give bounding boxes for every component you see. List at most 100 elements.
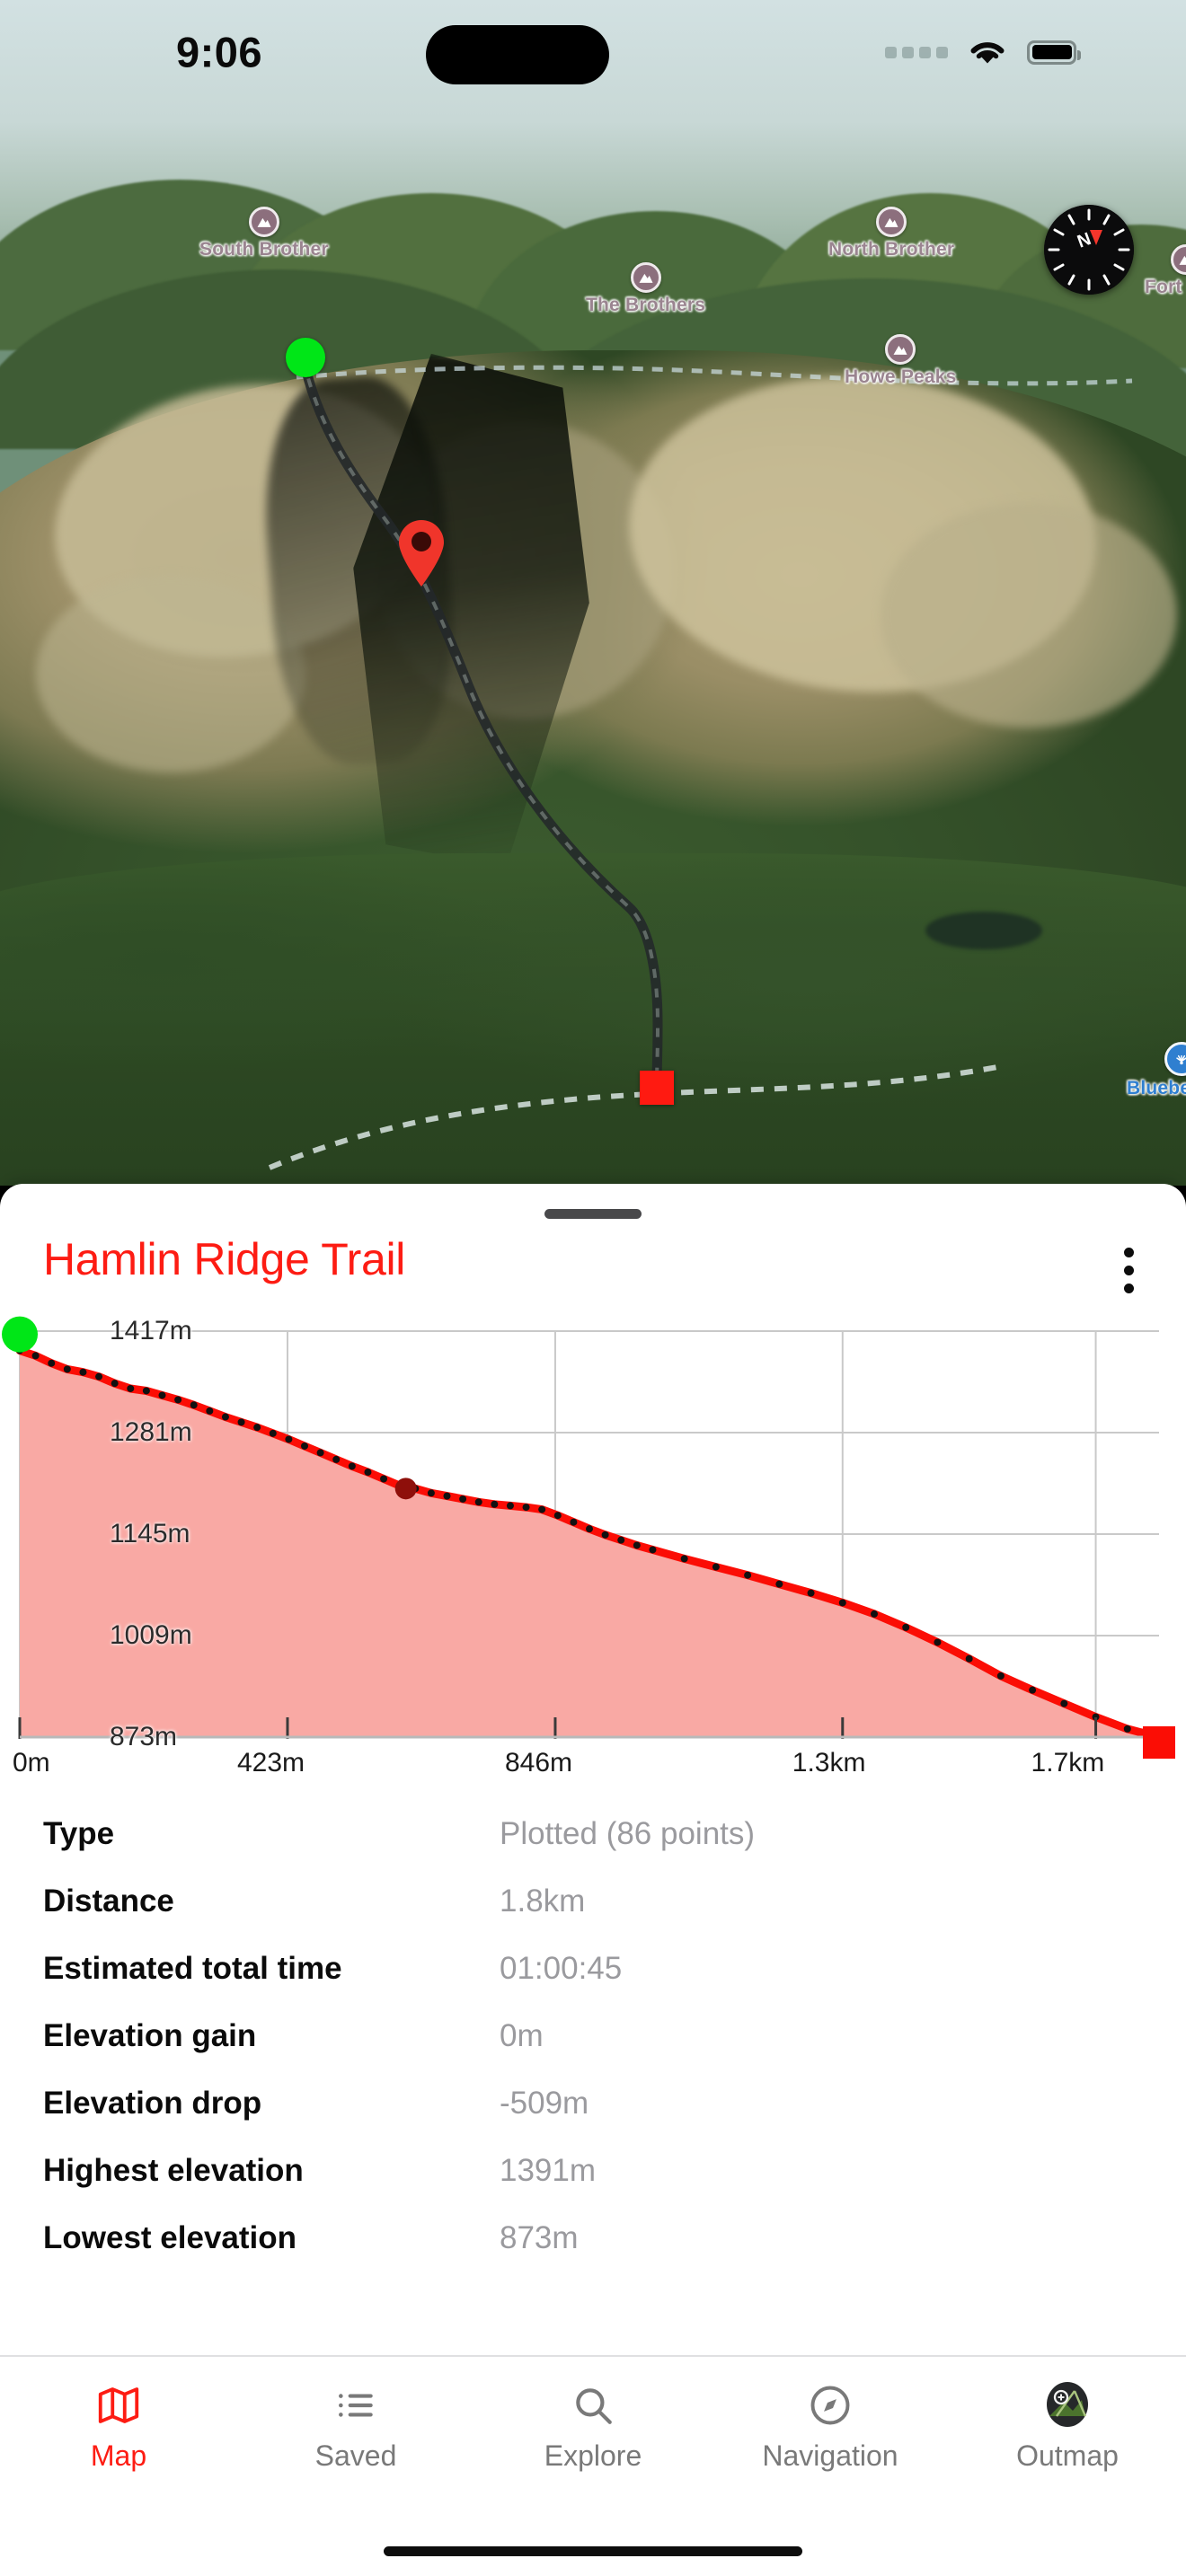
map-poi-south-brother[interactable]: South Brother: [199, 207, 329, 260]
chart-data-point: [807, 1589, 815, 1597]
chart-x-tick-label: 1.3km: [792, 1748, 866, 1778]
dynamic-island: [426, 25, 609, 84]
chart-data-point: [237, 1418, 245, 1426]
chart-data-point: [712, 1563, 720, 1571]
chart-x-tick-label: 846m: [504, 1748, 572, 1778]
compass-icon[interactable]: N: [1044, 205, 1134, 295]
elevation-chart-svg[interactable]: [0, 1311, 1186, 1796]
chart-data-point: [63, 1365, 71, 1373]
chart-data-point: [1060, 1699, 1068, 1707]
map-view[interactable]: South Brother North Brother The Brothers…: [0, 0, 1186, 1186]
chart-y-tick-label: 1009m: [110, 1620, 192, 1650]
search-icon: [571, 2380, 615, 2430]
tab-label: Outmap: [1016, 2439, 1119, 2472]
mountain-peak-icon: [1170, 244, 1186, 275]
chart-data-point: [142, 1387, 150, 1395]
route-end-marker[interactable]: [640, 1071, 674, 1105]
map-poi-label: Howe Peaks: [845, 366, 957, 387]
detail-row-key: Lowest elevation: [43, 2220, 297, 2255]
map-poi-the-brothers[interactable]: The Brothers: [586, 262, 705, 316]
chart-start-marker: [2, 1316, 38, 1353]
tab-outmap[interactable]: Outmap: [949, 2357, 1186, 2473]
chart-data-point: [775, 1580, 783, 1588]
map-poi-fort-mountain[interactable]: Fort Mou: [1145, 244, 1186, 298]
chart-data-point: [871, 1610, 878, 1618]
tab-label: Navigation: [762, 2439, 898, 2472]
chart-data-point: [332, 1455, 341, 1463]
chart-data-point: [838, 1599, 846, 1607]
chart-data-point: [538, 1505, 546, 1513]
chart-data-point: [902, 1623, 910, 1631]
compass-icon: [807, 2380, 854, 2430]
sheet-header: Hamlin Ridge Trail: [0, 1219, 1186, 1299]
tab-navigation[interactable]: Navigation: [712, 2357, 949, 2473]
chart-data-point: [285, 1435, 293, 1443]
detail-row-value: 0m: [500, 2018, 544, 2053]
detail-row: Elevation drop -509m: [0, 2086, 1186, 2153]
tab-label: Saved: [314, 2439, 397, 2472]
chart-x-tick-label: 423m: [236, 1748, 305, 1778]
battery-icon: [1027, 40, 1081, 65]
chart-data-point: [95, 1372, 103, 1381]
chart-data-point: [174, 1396, 182, 1404]
wifi-icon: [970, 42, 1005, 64]
chart-data-point: [443, 1492, 451, 1500]
chart-data-point: [586, 1525, 593, 1533]
chart-data-point: [633, 1541, 641, 1549]
tab-label: Map: [90, 2439, 147, 2472]
map-poi-label: North Brother: [828, 239, 955, 260]
elevation-chart[interactable]: 1417m 1281m 1145m 1009m 873m 0m 423m 846m 1.3km…: [0, 1311, 1186, 1796]
chart-data-point: [48, 1359, 56, 1367]
chart-data-point: [570, 1518, 578, 1526]
chart-data-point: [996, 1672, 1005, 1680]
status-bar-icons: [885, 36, 1081, 68]
trail-details-table: Type Plotted (86 points) Distance 1.8km Esti…: [0, 1796, 1186, 2288]
map-poi-blueberry[interactable]: Blueberry K: [1127, 1042, 1186, 1099]
route-start-marker[interactable]: [286, 338, 325, 377]
chart-data-point: [649, 1546, 657, 1554]
chart-x-tick-label: 1.7km: [1031, 1748, 1105, 1778]
tab-map[interactable]: Map: [0, 2357, 237, 2473]
chart-data-point: [934, 1638, 942, 1646]
detail-row-value: 01:00:45: [500, 1951, 623, 1986]
chart-data-point: [617, 1536, 625, 1544]
signal-dots-icon: [885, 46, 948, 58]
chart-data-point: [111, 1380, 119, 1388]
chart-data-point: [744, 1571, 752, 1579]
tab-explore[interactable]: Explore: [474, 2357, 712, 2473]
chart-y-tick-label: 1281m: [110, 1417, 192, 1447]
page-title: Hamlin Ridge Trail: [43, 1234, 406, 1284]
detail-row: Distance 1.8km: [0, 1883, 1186, 1951]
detail-row-value: 873m: [500, 2220, 579, 2255]
chart-data-point: [206, 1407, 214, 1415]
chart-data-point: [158, 1391, 166, 1399]
chart-data-point: [253, 1424, 261, 1432]
tab-saved[interactable]: Saved: [237, 2357, 474, 2473]
home-indicator: [384, 2546, 802, 2556]
chart-data-point: [364, 1469, 372, 1477]
chart-data-point: [459, 1495, 467, 1503]
route-polyline[interactable]: [0, 0, 1186, 1186]
sheet-drag-handle[interactable]: [544, 1209, 642, 1219]
chart-data-point: [31, 1352, 40, 1360]
map-poi-label: Fort Mou: [1145, 277, 1186, 297]
chart-data-point: [1123, 1725, 1131, 1733]
detail-row: Highest elevation 1391m: [0, 2153, 1186, 2220]
detail-row-key: Distance: [43, 1883, 174, 1919]
map-poi-north-brother[interactable]: North Brother: [828, 207, 954, 260]
chart-annotation-point: [394, 1478, 417, 1500]
status-bar-time: 9:06: [176, 28, 263, 76]
detail-row-key: Elevation drop: [43, 2086, 262, 2121]
chart-end-marker: [1143, 1726, 1175, 1759]
detail-row: Type Plotted (86 points): [0, 1816, 1186, 1883]
mountain-peak-icon: [248, 207, 279, 237]
overflow-menu-icon[interactable]: [1108, 1235, 1150, 1299]
map-poi-label: The Brothers: [586, 295, 706, 315]
map-icon: [94, 2380, 143, 2430]
chart-y-tick-label: 1145m: [110, 1519, 190, 1548]
chart-y-tick-label: 873m: [110, 1722, 178, 1751]
route-waypoint-pin[interactable]: [395, 519, 447, 587]
chart-data-point: [380, 1475, 388, 1483]
detail-row-value: Plotted (86 points): [500, 1816, 756, 1851]
map-poi-howe-peaks[interactable]: Howe Peaks: [845, 334, 957, 388]
